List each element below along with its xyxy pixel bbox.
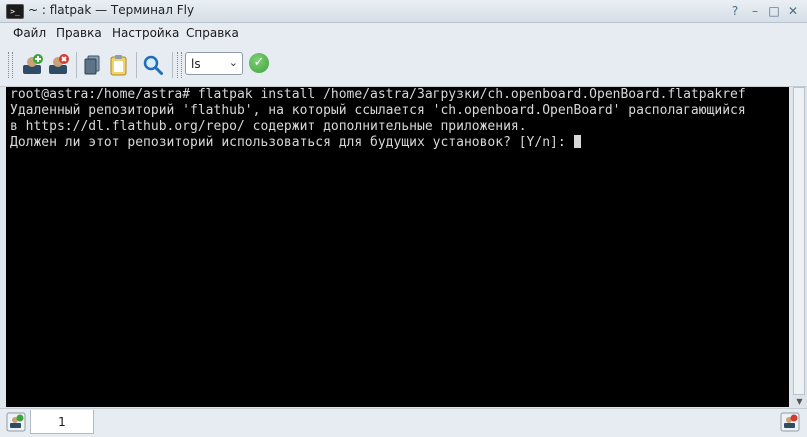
terminal-line: Удаленный репозиторий 'flathub', на кото…	[10, 103, 746, 118]
window-title: ~ : flatpak — Терминал Fly	[28, 3, 195, 17]
tab-bar: 1	[0, 408, 807, 437]
terminal-line: root@astra:/home/astra# flatpak install …	[10, 87, 746, 102]
chevron-down-icon: ⌄	[228, 56, 238, 69]
new-tab-icon[interactable]	[20, 52, 46, 78]
menu-file[interactable]: Файл	[13, 26, 46, 40]
toolbar-separator	[76, 52, 77, 78]
remove-tab-icon[interactable]	[780, 412, 800, 432]
toolbar-grip[interactable]	[8, 52, 13, 78]
menu-settings[interactable]: Настройка	[112, 26, 179, 40]
menu-bar: Файл Правка Настройка Справка	[0, 23, 807, 44]
text-cursor	[573, 135, 581, 148]
copy-icon[interactable]	[80, 52, 106, 78]
close-tab-icon[interactable]	[46, 52, 72, 78]
close-button[interactable]: ✕	[786, 4, 800, 18]
toolbar-separator	[136, 52, 137, 78]
scrollbar-thumb[interactable]	[793, 87, 805, 395]
toolbar-separator	[172, 52, 173, 78]
toolbar	[0, 44, 807, 87]
terminal-line: Должен ли этот репозиторий использоватьс…	[10, 135, 574, 150]
run-icon[interactable]: ✓	[249, 53, 269, 73]
command-select-value: ls	[191, 57, 201, 71]
terminal-app-icon: >_	[6, 4, 24, 19]
menu-help[interactable]: Справка	[186, 26, 239, 40]
maximize-button[interactable]: □	[767, 4, 781, 18]
terminal-line: в https://dl.flathub.org/repo/ содержит …	[10, 119, 527, 134]
paste-icon[interactable]	[106, 52, 132, 78]
terminal-prompt-line: Должен ли этот репозиторий использоватьс…	[10, 135, 581, 151]
command-select[interactable]: ls ⌄	[185, 52, 243, 75]
tab-1[interactable]: 1	[30, 410, 94, 434]
help-button[interactable]: ?	[728, 4, 742, 18]
vertical-scrollbar[interactable]: ▼	[792, 87, 807, 407]
toolbar-grip[interactable]	[177, 52, 182, 78]
search-icon[interactable]	[140, 52, 166, 78]
title-bar: >_ ~ : flatpak — Терминал Fly ? – □ ✕	[0, 0, 807, 23]
menu-edit[interactable]: Правка	[56, 26, 102, 40]
add-tab-icon[interactable]	[6, 412, 26, 432]
terminal-output[interactable]: root@astra:/home/astra# flatpak install …	[6, 87, 789, 407]
minimize-button[interactable]: –	[748, 4, 762, 18]
scroll-down-icon[interactable]: ▼	[792, 396, 807, 407]
